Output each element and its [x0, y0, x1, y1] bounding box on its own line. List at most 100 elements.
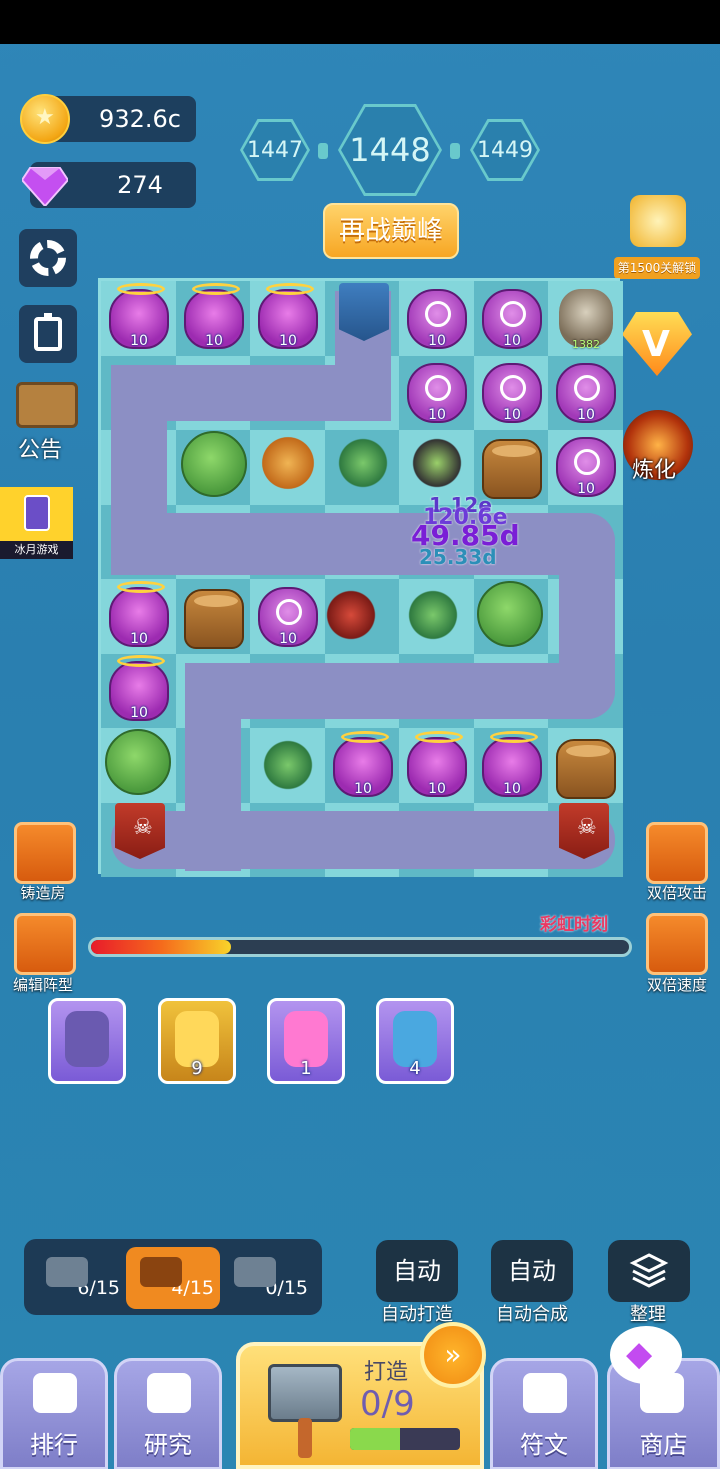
coin-icon: ★ [20, 94, 70, 144]
gear-icon [30, 240, 66, 276]
gem-icon [22, 167, 68, 206]
status-bar [0, 0, 720, 44]
dragon-tower[interactable] [321, 585, 381, 645]
damage-text: 25.33d [419, 545, 497, 569]
rainbow-progress-bar [88, 937, 632, 957]
stump-obstacle[interactable] [556, 739, 616, 799]
pot-tower[interactable]: 10 [482, 731, 542, 797]
bomb-pot-tower[interactable]: 10 [258, 587, 318, 647]
skull-icon: ☠ [133, 815, 153, 840]
flask-icon [147, 1373, 191, 1413]
enemy-base-flag: ☠ [115, 803, 165, 859]
coin-value: 932.6c [99, 105, 181, 133]
tab-rank[interactable]: 排行 [0, 1358, 108, 1469]
counter-tab[interactable]: 6/15 [32, 1247, 126, 1309]
rainbow-progress-fill [91, 940, 231, 954]
tower-card[interactable]: 9 [158, 998, 236, 1084]
forge-room-label: 铸造房 [20, 884, 66, 902]
edit-formation-label: 编辑阵型 [12, 976, 73, 994]
hammer-icon [140, 1257, 182, 1287]
tower-card[interactable]: 1 [267, 998, 345, 1084]
forge-progress-fill [350, 1428, 400, 1450]
level-unlock-reward[interactable]: 第1500关解锁 [614, 195, 700, 285]
double-attack-label: 双倍攻击 [646, 884, 707, 902]
forge-room-button[interactable] [14, 822, 76, 884]
forge-title: 打造 [364, 1360, 409, 1385]
level-current: 1448 [338, 104, 442, 196]
tree-obstacle[interactable] [105, 729, 171, 795]
pot-tower[interactable]: 10 [109, 581, 169, 647]
enemy-path [111, 513, 615, 575]
tree-obstacle[interactable] [477, 581, 543, 647]
clipboard-icon [34, 313, 62, 351]
hammer-icon [268, 1364, 342, 1422]
tower-card[interactable] [48, 998, 126, 1084]
pot-tower[interactable]: 10 [109, 283, 169, 349]
gem-counter: 274 [22, 162, 196, 208]
rune-icon [523, 1373, 567, 1413]
stump-obstacle[interactable] [184, 589, 244, 649]
bomb-pot-tower[interactable]: 10 [482, 289, 542, 349]
forge-count: 0/9 [360, 1384, 415, 1424]
ad-banner[interactable]: 冰月游戏 [0, 487, 73, 559]
counter-panel: 6/15 4/15 0/15 [24, 1239, 322, 1315]
unlock-label: 第1500关解锁 [614, 257, 700, 279]
ship-tower[interactable] [407, 433, 467, 493]
ship-tower[interactable] [403, 585, 463, 645]
forge-progress-bar [350, 1428, 460, 1450]
counter-tab[interactable]: 4/15 [126, 1247, 220, 1309]
settings-button[interactable] [19, 229, 77, 287]
trophy-icon [33, 1373, 77, 1413]
auto-forge-button[interactable]: 自动 [376, 1240, 458, 1302]
bomb-pot-tower[interactable]: 10 [556, 363, 616, 423]
spawn-banner [339, 283, 389, 341]
level-connector [318, 143, 328, 159]
counter-tab[interactable]: 0/15 [220, 1247, 314, 1309]
tasks-button[interactable] [19, 305, 77, 363]
tree-obstacle[interactable] [181, 431, 247, 497]
coin-counter: ★ 932.6c [20, 94, 196, 144]
sort-button[interactable] [608, 1240, 690, 1302]
bomb-pot-tower[interactable]: 10 [407, 289, 467, 349]
auto-forge-label: 自动打造 [381, 1304, 453, 1325]
notice-book-icon[interactable] [16, 382, 78, 428]
enemy-base-flag: ☠ [559, 803, 609, 859]
pot-tower[interactable]: 10 [333, 731, 393, 797]
vip-button[interactable]: V [622, 312, 692, 376]
bomb-pot-tower[interactable]: 10 [407, 363, 467, 423]
edit-formation-button[interactable] [14, 913, 76, 975]
enemy-path [185, 663, 615, 719]
smelt-label: 炼化 [632, 458, 677, 483]
tower-card[interactable]: 4 [376, 998, 454, 1084]
gem-value: 274 [117, 171, 163, 199]
layers-icon [629, 1253, 669, 1288]
game-board: 10 10 10 10 10 1382 10 10 10 10 1.12e 12… [98, 278, 623, 877]
bomb-pot-tower[interactable]: 10 [556, 437, 616, 497]
auto-merge-label: 自动合成 [496, 1304, 568, 1325]
bomb-pot-tower[interactable]: 10 [482, 363, 542, 423]
pot-tower[interactable]: 10 [184, 283, 244, 349]
pot-tower[interactable]: 10 [109, 655, 169, 721]
ship-tower[interactable] [333, 433, 393, 493]
vip-icon: V [642, 324, 670, 365]
pot-tower[interactable]: 10 [258, 283, 318, 349]
pot-tower[interactable]: 10 [407, 731, 467, 797]
tab-rune[interactable]: 符文 [490, 1358, 598, 1469]
double-attack-button[interactable] [646, 822, 708, 884]
ship-tower[interactable] [258, 433, 318, 493]
auto-merge-button[interactable]: 自动 [491, 1240, 573, 1302]
ship-tower[interactable] [258, 735, 318, 795]
tab-research[interactable]: 研究 [114, 1358, 222, 1469]
rechallenge-button[interactable]: 再战巅峰 [323, 203, 459, 259]
ad-label: 冰月游戏 [0, 541, 73, 559]
double-speed-button[interactable] [646, 913, 708, 975]
level-next[interactable]: 1449 [470, 119, 540, 181]
stump-obstacle[interactable] [482, 439, 542, 499]
rainbow-label: 彩虹时刻 [540, 915, 608, 935]
fast-forward-button[interactable]: » [420, 1322, 486, 1388]
gem-icon: ◆ [626, 1334, 653, 1374]
gamepad-icon [24, 495, 50, 531]
skull-icon: ☠ [577, 815, 597, 840]
level-prev[interactable]: 1447 [240, 119, 310, 181]
enemy-path [111, 811, 615, 869]
